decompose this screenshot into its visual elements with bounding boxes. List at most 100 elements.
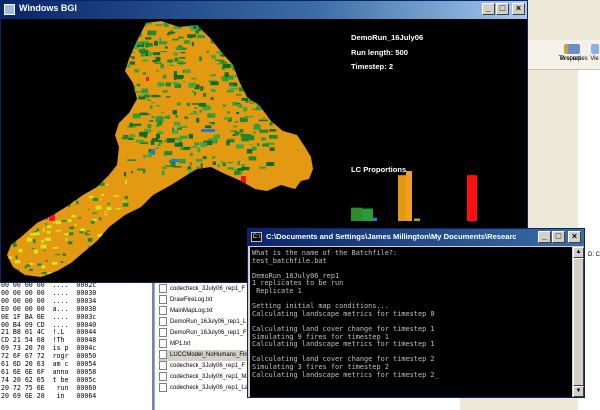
file-list-item[interactable]: LUCCModel_NoHumans_Fire: [159, 350, 250, 361]
forest-patch: [193, 24, 197, 29]
console-window-title: C:\Documents and Settings\James Millingt…: [266, 232, 516, 241]
forest-patch: [261, 137, 266, 141]
fire-patch: [146, 77, 149, 81]
forest-patch: [236, 71, 244, 76]
forest-patch: [124, 103, 132, 108]
shrub-patch: [123, 229, 127, 233]
file-list-item[interactable]: codecheck_3July06_rep1_F: [159, 361, 245, 372]
shrub-patch: [47, 272, 54, 277]
lc-bar: [406, 171, 412, 221]
shrub-patch: [38, 210, 41, 213]
forest-patch: [147, 124, 152, 129]
scroll-down-button[interactable]: ▼: [573, 386, 584, 397]
forest-patch: [135, 43, 138, 48]
console-icon: C:\: [251, 232, 262, 242]
text-file-icon: [159, 317, 167, 326]
forest-patch: [190, 152, 193, 156]
shrub-patch: [34, 249, 38, 254]
forest-patch: [269, 129, 277, 132]
forest-patch: [241, 97, 248, 101]
water-patch: [151, 149, 155, 155]
file-list-item[interactable]: DrawFireLog.txt: [159, 295, 212, 306]
forest-patch: [259, 166, 267, 169]
forest-patch: [259, 90, 268, 94]
forest-patch: [266, 162, 275, 167]
shrub-patch: [40, 240, 45, 243]
forest-patch: [125, 97, 131, 101]
shrub-patch: [89, 245, 96, 248]
shrub-patch: [67, 241, 73, 245]
view-button[interactable]: Vie: [589, 44, 600, 68]
forest-patch: [235, 54, 240, 59]
forest-patch: [152, 52, 161, 56]
forest-patch: [226, 90, 235, 93]
forest-patch: [251, 86, 255, 92]
forest-patch: [227, 161, 233, 164]
forest-patch: [261, 99, 268, 104]
forest-patch: [174, 57, 179, 62]
shrub-patch: [88, 245, 90, 249]
forest-patch: [187, 25, 190, 28]
console-scrollbar[interactable]: ▲ ▼: [573, 247, 584, 397]
forest-patch: [265, 38, 271, 44]
console-line: Calculating landscape metrics for timest…: [252, 340, 435, 349]
console-minimize-button[interactable]: _: [538, 231, 551, 243]
scroll-up-button[interactable]: ▲: [573, 247, 584, 258]
console-maximize-button[interactable]: □: [552, 231, 565, 243]
forest-patch: [212, 40, 217, 44]
shrub-patch: [13, 226, 16, 228]
shrub-patch: [36, 228, 40, 231]
shrub-patch: [90, 220, 95, 224]
minimize-button[interactable]: _: [482, 3, 495, 15]
console-output[interactable]: What is the name of the Batchfile?: test_…: [250, 247, 572, 397]
shrub-patch: [104, 211, 108, 213]
forest-patch: [161, 167, 167, 169]
shrub-patch: [94, 260, 101, 264]
forest-patch: [221, 54, 231, 57]
forest-patch: [257, 76, 262, 79]
close-button[interactable]: ×: [512, 3, 525, 15]
forest-patch: [230, 130, 237, 132]
forest-patch: [217, 163, 221, 168]
shrub-patch: [26, 238, 33, 242]
text-file-icon: [159, 306, 167, 315]
forest-patch: [177, 62, 186, 64]
maximize-button[interactable]: □: [496, 3, 509, 15]
forest-patch: [250, 79, 258, 82]
file-list-item[interactable]: MP1.txt: [159, 339, 190, 350]
shrub-patch: [80, 228, 85, 232]
file-list-item[interactable]: MainMapLog.txt: [159, 306, 213, 317]
forest-patch: [251, 64, 257, 68]
forest-patch: [122, 76, 129, 80]
properties-button[interactable]: Properties: [560, 44, 588, 68]
file-name: MainMapLog.txt: [170, 308, 213, 315]
forest-patch: [236, 144, 244, 149]
shrub-patch: [40, 189, 47, 193]
file-name: DemoRun_16July06_rep1_F: [170, 330, 247, 337]
forest-patch: [258, 40, 266, 45]
forest-patch: [199, 168, 204, 171]
lc-bar: [467, 175, 477, 221]
console-close-button[interactable]: ×: [568, 231, 581, 243]
forest-patch: [210, 81, 219, 86]
forest-patch: [241, 166, 250, 171]
bgi-title-bar[interactable]: Windows BGI _ □ ×: [1, 1, 527, 19]
fire-patch: [49, 213, 55, 221]
hex-editor-panel[interactable]: 00 00 00 00 .... 0002c 00 00 00 00 .... 0…: [0, 282, 152, 410]
forest-patch: [143, 72, 146, 75]
shrub-patch: [12, 233, 17, 236]
shrub-patch: [60, 261, 64, 264]
shrub-patch: [122, 202, 129, 207]
lc-bar: [351, 207, 362, 221]
file-list-item[interactable]: DemoRun_16July06_rep1_F: [159, 328, 247, 339]
console-title-bar[interactable]: C:\ C:\Documents and Settings\James Mill…: [248, 229, 584, 246]
fire-patch: [241, 176, 246, 190]
shrub-patch: [47, 225, 52, 228]
forest-patch: [178, 158, 186, 164]
file-list-item[interactable]: DemoRun_16July06_rep1_L: [159, 317, 246, 328]
forest-patch: [225, 37, 235, 42]
scroll-thumb[interactable]: [573, 258, 584, 386]
shrub-patch: [42, 271, 47, 274]
forest-patch: [132, 123, 142, 126]
file-list-item[interactable]: codecheck_3July06_rep1_F: [159, 284, 245, 295]
